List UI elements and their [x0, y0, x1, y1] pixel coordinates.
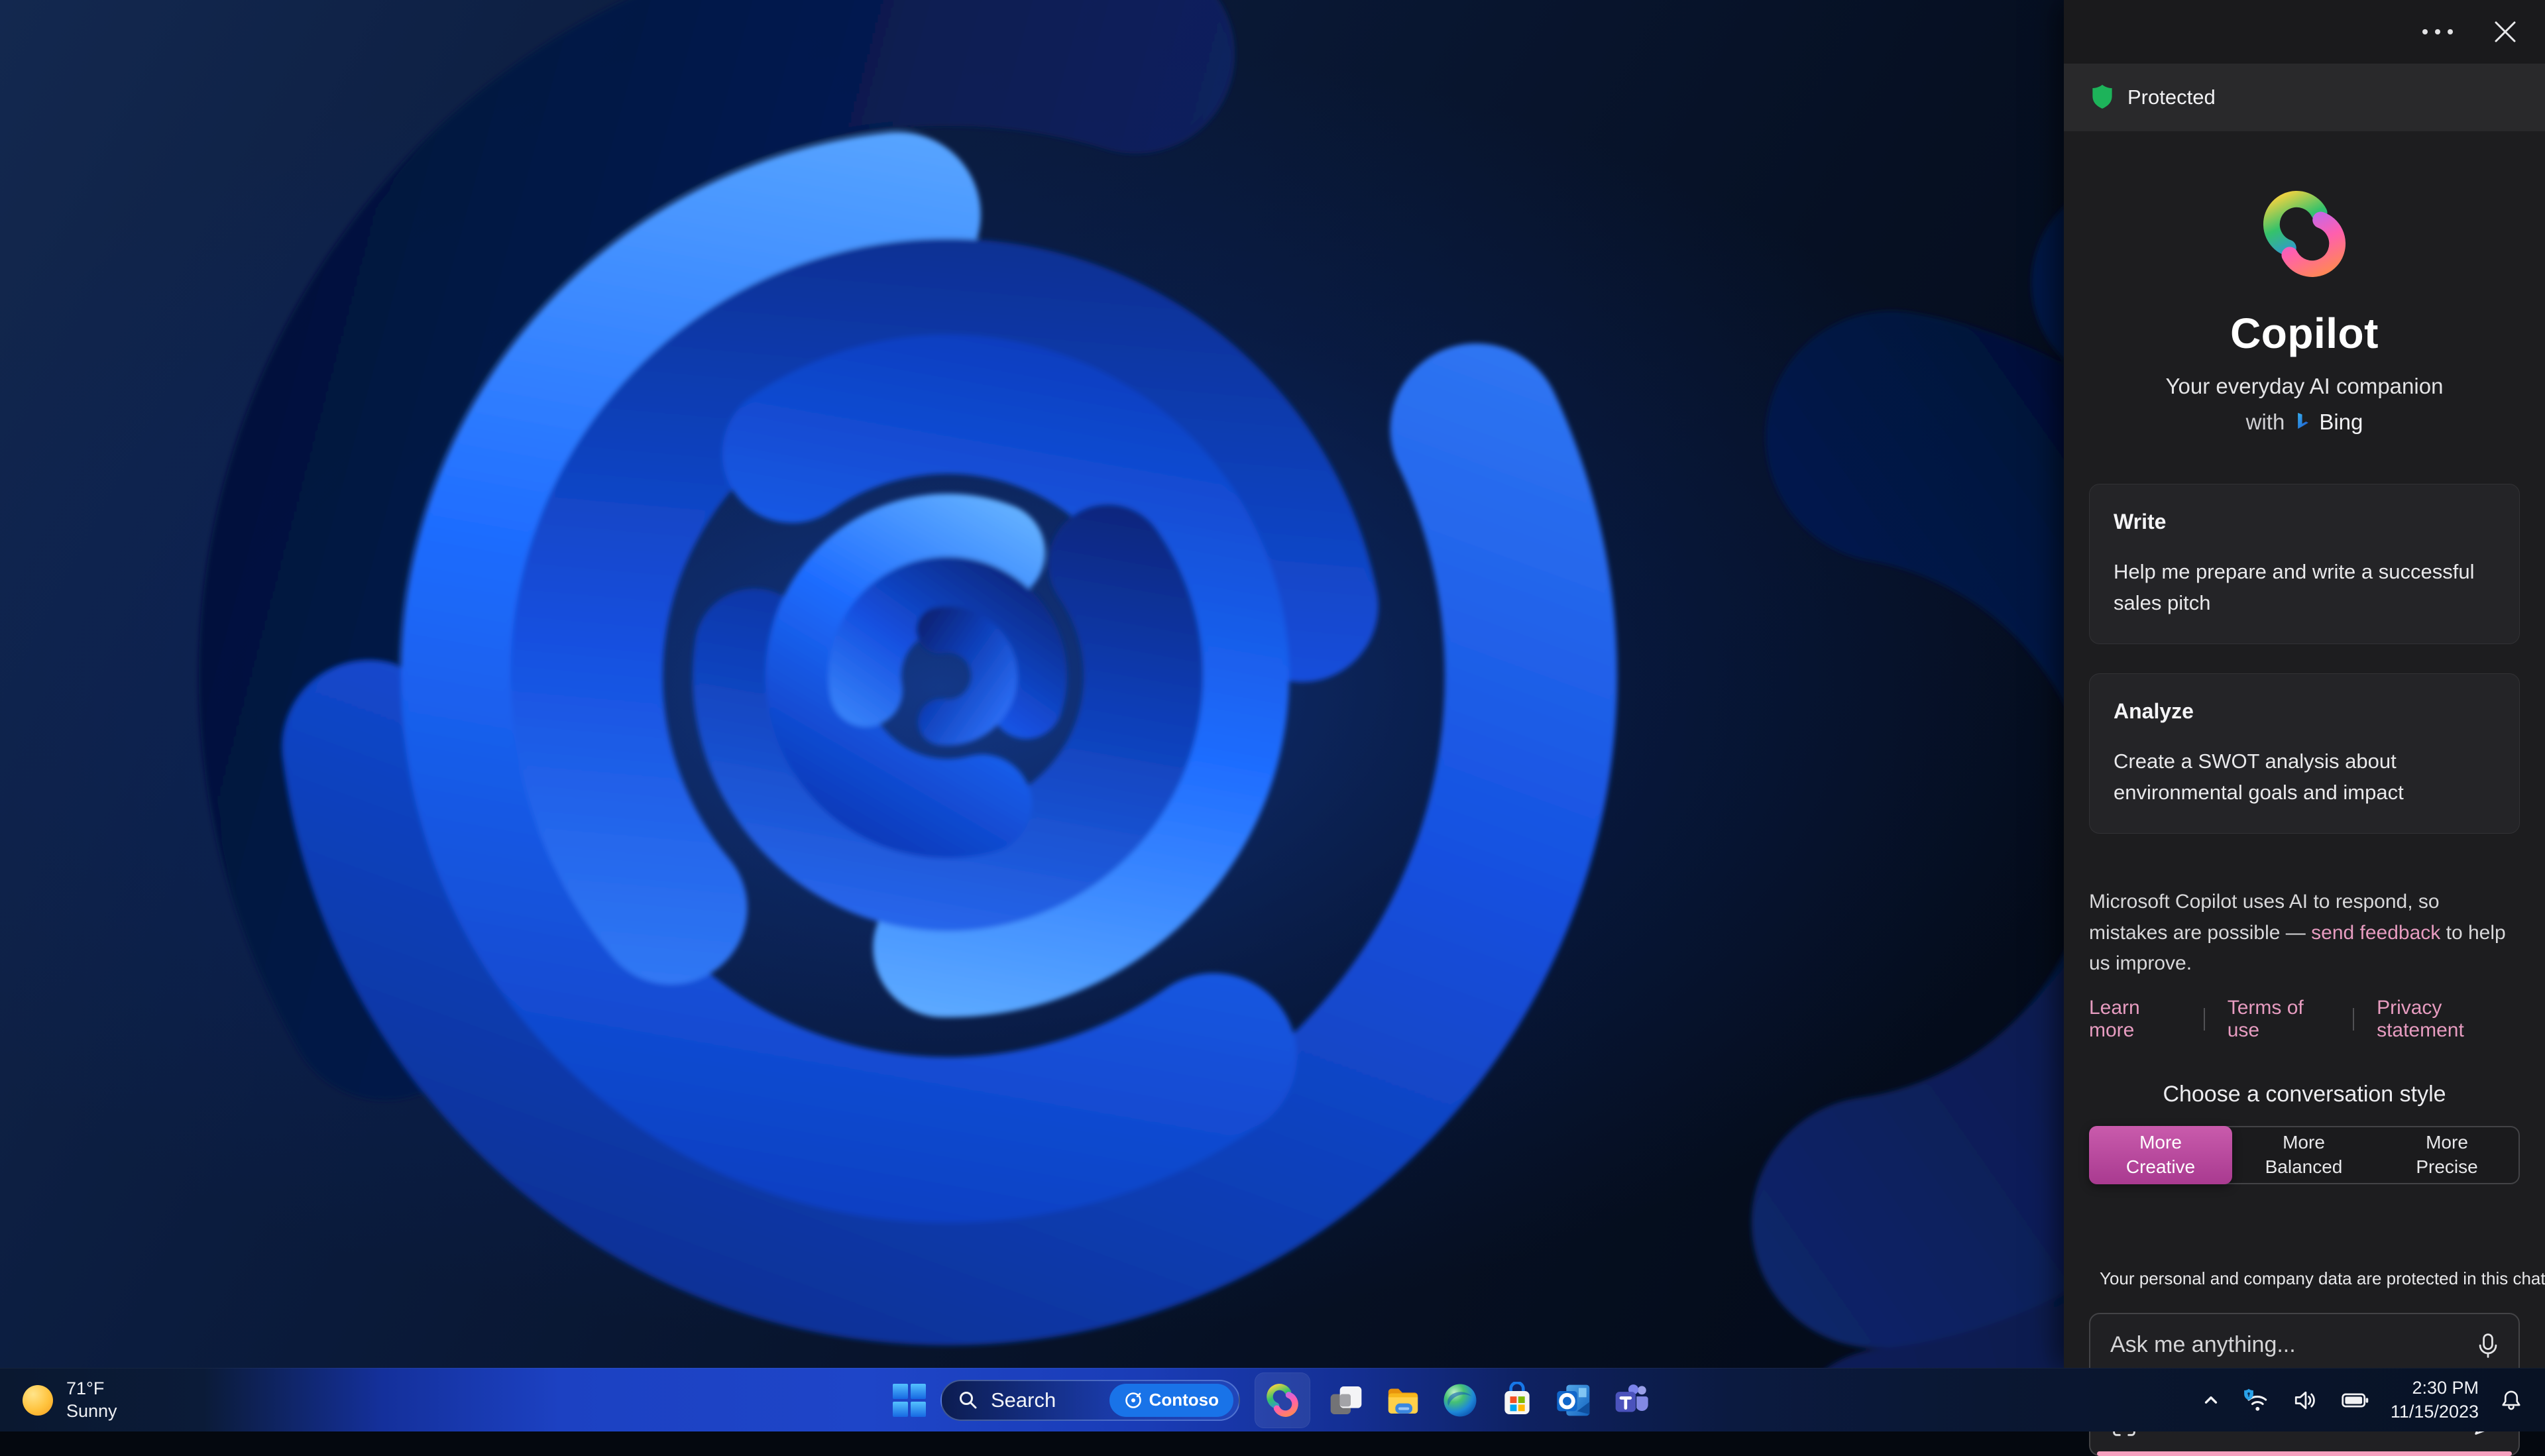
style-option-line1: More: [2426, 1131, 2468, 1154]
clock-date: 11/15/2023: [2391, 1400, 2479, 1424]
battery-icon[interactable]: [2339, 1386, 2372, 1415]
taskbar-clock[interactable]: 2:30 PM 11/15/2023: [2391, 1376, 2479, 1423]
taskbar-edge-button[interactable]: [1439, 1379, 1481, 1422]
outlook-icon: [1555, 1382, 1593, 1419]
style-option-more-precise[interactable]: More Precise: [2375, 1127, 2518, 1183]
copilot-taskbar-icon: [1264, 1382, 1301, 1419]
contoso-badge[interactable]: Contoso: [1109, 1384, 1233, 1417]
copilot-logo: [2251, 186, 2357, 282]
style-option-line2: Creative: [2126, 1155, 2195, 1179]
task-view-icon: [1328, 1382, 1365, 1419]
search-icon: [958, 1390, 979, 1411]
taskbar: 71°F Sunny Search Contoso: [0, 1368, 2545, 1431]
card-body: Help me prepare and write a successful s…: [2114, 557, 2495, 618]
style-option-line2: Precise: [2416, 1155, 2477, 1179]
copilot-panel-body: Copilot Your everyday AI companion with …: [2064, 131, 2545, 1456]
weather-temperature: 71°F: [66, 1378, 117, 1400]
copilot-subtitle: Your everyday AI companion: [2166, 374, 2444, 399]
taskbar-file-explorer-button[interactable]: [1382, 1379, 1424, 1422]
taskbar-teams-button[interactable]: [1610, 1379, 1652, 1422]
card-title: Analyze: [2114, 699, 2495, 724]
notification-bell-icon[interactable]: [2497, 1386, 2525, 1414]
taskbar-task-view-button[interactable]: [1325, 1379, 1367, 1422]
style-option-more-balanced[interactable]: More Balanced: [2232, 1127, 2375, 1183]
style-option-line2: Balanced: [2265, 1155, 2343, 1179]
chat-input[interactable]: [2109, 1331, 2454, 1359]
card-body: Create a SWOT analysis about environment…: [2114, 746, 2495, 808]
contoso-label: Contoso: [1149, 1390, 1219, 1410]
volume-icon[interactable]: [2290, 1386, 2320, 1415]
teams-icon: [1612, 1382, 1650, 1419]
send-feedback-link[interactable]: send feedback: [2311, 922, 2440, 944]
copilot-panel-topbar: [2064, 0, 2545, 64]
clock-time: 2:30 PM: [2412, 1376, 2479, 1400]
edge-icon: [1442, 1382, 1479, 1419]
style-option-line1: More: [2283, 1131, 2325, 1154]
taskbar-copilot-button[interactable]: [1255, 1372, 1310, 1428]
ai-disclaimer: Microsoft Copilot uses AI to respond, so…: [2089, 887, 2520, 980]
taskbar-outlook-button[interactable]: [1553, 1379, 1595, 1422]
sunny-weather-icon: [23, 1385, 53, 1416]
terms-of-use-link[interactable]: Terms of use: [2228, 997, 2331, 1042]
conversation-style-heading: Choose a conversation style: [2163, 1082, 2446, 1107]
composer-accent-underline: [2097, 1451, 2512, 1456]
contoso-logo-icon: [1124, 1391, 1143, 1410]
privacy-statement-link[interactable]: Privacy statement: [2377, 997, 2520, 1042]
tray-chevron-up-icon[interactable]: [2200, 1389, 2222, 1412]
with-bing-row: with Bing: [2246, 410, 2363, 435]
weather-widget[interactable]: 71°F Sunny: [0, 1369, 117, 1431]
privacy-note-row: Your personal and company data are prote…: [2089, 1268, 2520, 1290]
protected-label: Protected: [2127, 85, 2216, 109]
search-label: Search: [991, 1388, 1098, 1412]
bing-icon: [2292, 412, 2311, 433]
taskbar-center: Search Contoso: [893, 1369, 1652, 1431]
shield-icon: [2090, 84, 2114, 111]
microphone-icon[interactable]: [2473, 1331, 2503, 1361]
divider: [2204, 1008, 2205, 1031]
start-button[interactable]: [893, 1384, 926, 1417]
protected-banner: Protected: [2064, 64, 2545, 131]
taskbar-store-button[interactable]: [1496, 1379, 1538, 1422]
divider: [2353, 1008, 2354, 1031]
file-explorer-icon: [1385, 1382, 1422, 1419]
suggestion-card-write[interactable]: Write Help me prepare and write a succes…: [2089, 484, 2520, 644]
search-box[interactable]: Search Contoso: [940, 1380, 1240, 1421]
conversation-style-group: More Creative More Balanced More Precise: [2089, 1126, 2520, 1184]
with-text: with: [2246, 410, 2285, 435]
wifi-vpn-shield-icon[interactable]: [2241, 1386, 2271, 1415]
bing-label: Bing: [2319, 410, 2363, 435]
microsoft-store-icon: [1499, 1382, 1536, 1419]
weather-condition: Sunny: [66, 1400, 117, 1423]
footer-links: Learn more Terms of use Privacy statemen…: [2089, 997, 2520, 1042]
card-title: Write: [2114, 510, 2495, 534]
learn-more-link[interactable]: Learn more: [2089, 997, 2181, 1042]
more-options-icon[interactable]: [2420, 27, 2455, 36]
style-option-line1: More: [2139, 1131, 2182, 1154]
privacy-note: Your personal and company data are prote…: [2100, 1268, 2545, 1289]
copilot-panel: Protected Copilot Your everyday AI compa…: [2064, 0, 2545, 1368]
copilot-title: Copilot: [2230, 309, 2379, 358]
style-option-more-creative[interactable]: More Creative: [2089, 1126, 2232, 1184]
system-tray: 2:30 PM 11/15/2023: [2200, 1369, 2545, 1431]
close-icon[interactable]: [2493, 20, 2517, 44]
suggestion-card-analyze[interactable]: Analyze Create a SWOT analysis about env…: [2089, 673, 2520, 834]
